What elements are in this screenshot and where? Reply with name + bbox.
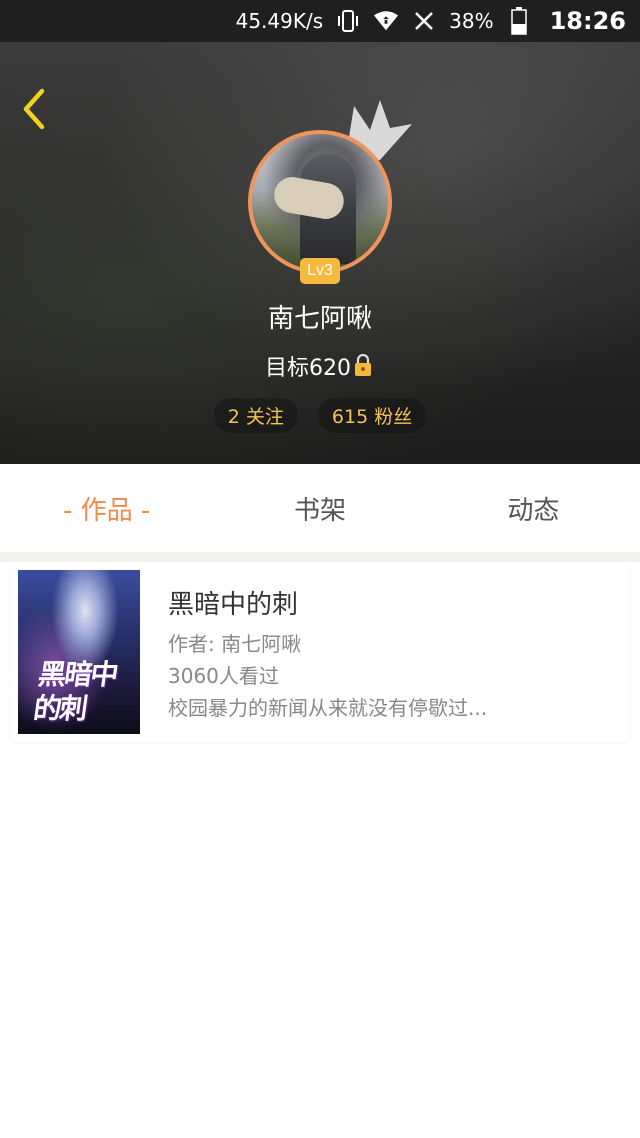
status-bar: 45.49K/s 38% 18:26 [0, 0, 640, 42]
tab-bar: - 作品 - 书架 动态 [0, 464, 640, 552]
battery-percent: 38% [449, 9, 494, 33]
back-button[interactable] [14, 84, 54, 134]
following-count[interactable]: 2 关注 [213, 398, 298, 433]
network-speed: 45.49K/s [235, 9, 324, 33]
clock: 18:26 [549, 7, 626, 35]
profile-header: Lv3 南七阿啾 目标620 2 关注 615 粉丝 [0, 42, 640, 464]
battery-icon [506, 7, 532, 35]
fans-count[interactable]: 615 粉丝 [317, 398, 427, 433]
no-sim-icon [411, 8, 437, 34]
goal-label: 目标620 [265, 356, 351, 381]
book-card[interactable]: 黑暗中 的刺 黑暗中的刺 作者: 南七阿啾 3060人看过 校园暴力的新闻从来就没… [10, 562, 630, 742]
cover-title-art: 黑暗中 的刺 [31, 658, 119, 725]
goal-text: 目标620 [0, 350, 640, 382]
avatar[interactable] [248, 130, 392, 274]
book-description: 校园暴力的新闻从来就没有停歇过... [168, 696, 488, 720]
book-cover: 黑暗中 的刺 [18, 570, 140, 734]
book-views: 3060人看过 [168, 664, 279, 688]
section-divider [0, 552, 640, 562]
vibrate-icon [335, 8, 361, 34]
lock-icon [353, 353, 375, 379]
username: 南七阿啾 [267, 304, 372, 334]
avatar-image [248, 130, 392, 274]
tab-bookshelf[interactable]: 书架 [213, 490, 426, 527]
chevron-left-icon [23, 88, 45, 130]
wifi-icon [373, 8, 399, 34]
tab-activity[interactable]: 动态 [427, 490, 640, 527]
tab-works[interactable]: - 作品 - [0, 490, 213, 527]
book-title: 黑暗中的刺 [168, 590, 299, 620]
book-author: 作者: 南七阿啾 [168, 632, 302, 656]
level-badge: Lv3 [300, 258, 340, 284]
stats-row: 2 关注 615 粉丝 [0, 398, 640, 433]
